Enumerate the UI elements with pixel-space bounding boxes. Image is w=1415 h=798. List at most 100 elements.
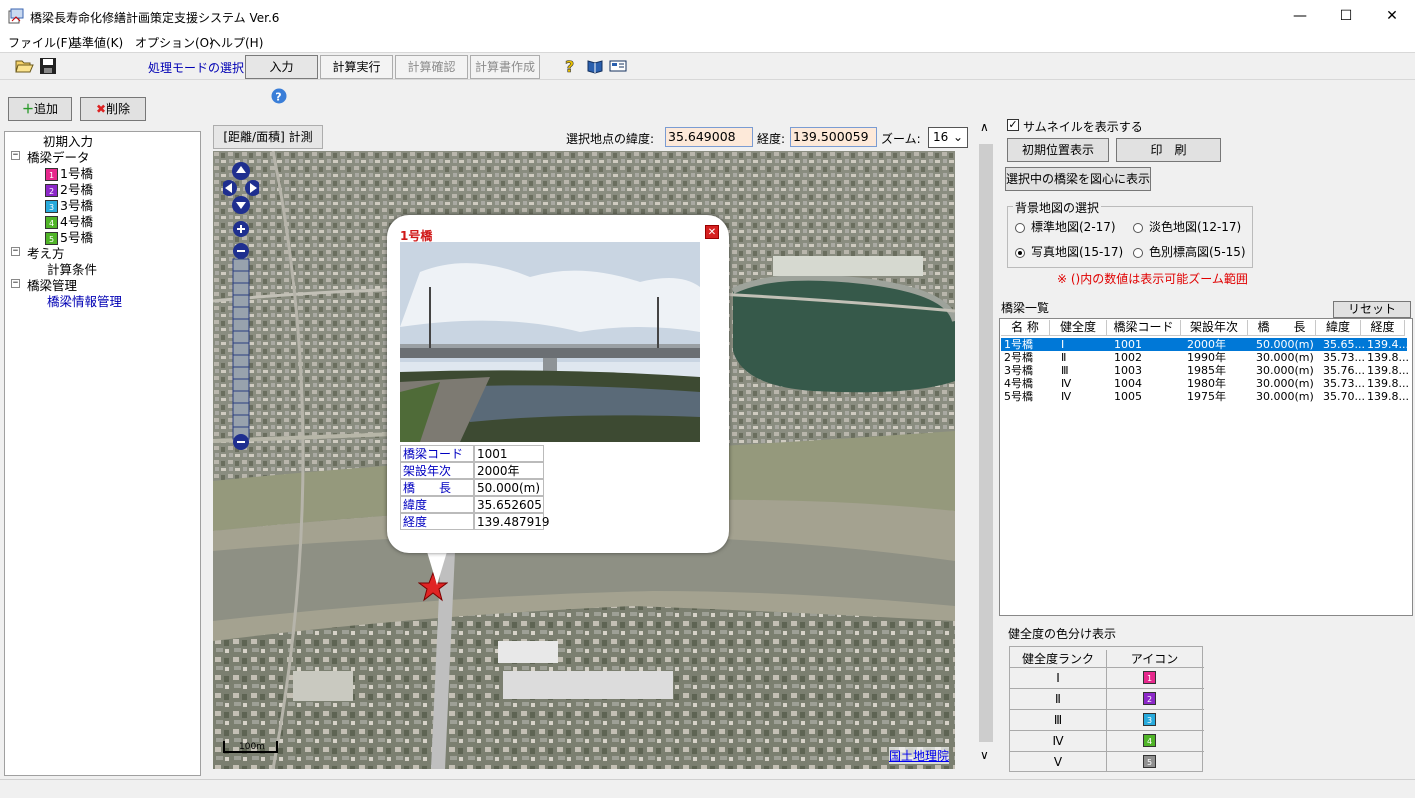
manual-book-icon[interactable] bbox=[586, 58, 604, 74]
cell: 35.76... bbox=[1323, 364, 1365, 377]
mail-icon[interactable] bbox=[609, 58, 627, 74]
delete-button[interactable]: ✖削除 bbox=[80, 97, 146, 121]
radio-photo-map[interactable]: 写真地図(15-17) bbox=[1015, 243, 1123, 260]
navigation-tree: 初期入力 − 橋梁データ 1 1号橋 2 2号橋 3 3号橋 4 4号橋 5 5号橋 − … bbox=[4, 131, 201, 776]
center-selected-button[interactable]: 選択中の橋梁を図心に表示 bbox=[1005, 167, 1151, 191]
table-row[interactable]: 1号橋 Ⅰ 1001 2000年 50.000(m) 35.65... 139.4... bbox=[1001, 338, 1409, 351]
legend-row: Ⅲ3 bbox=[1010, 710, 1204, 731]
menu-help[interactable]: ヘルプ(H) bbox=[209, 34, 263, 51]
popup-key: 架設年次 bbox=[400, 462, 474, 479]
tree-item-label: 5号橋 bbox=[60, 230, 93, 245]
cell: 139.4... bbox=[1367, 338, 1409, 351]
lng-field[interactable]: 139.500059 bbox=[790, 127, 877, 147]
tree-item-bridge-3[interactable]: 3 3号橋 bbox=[45, 198, 93, 214]
vertical-scrollbar[interactable]: ∧ ∨ bbox=[977, 118, 995, 768]
table-row[interactable]: 3号橋 Ⅲ 1003 1985年 30.000(m) 35.76... 139.8... bbox=[1001, 364, 1409, 377]
column-header-rank[interactable]: 健全度 bbox=[1050, 320, 1107, 336]
column-header-lng[interactable]: 経度 bbox=[1361, 320, 1405, 336]
lat-field[interactable]: 35.649008 bbox=[665, 127, 753, 147]
rank-3-icon: 3 bbox=[1143, 713, 1156, 726]
cell: 30.000(m) bbox=[1256, 390, 1314, 403]
collapse-approach-icon[interactable]: − bbox=[11, 247, 20, 256]
minimize-button[interactable]: — bbox=[1277, 0, 1323, 32]
lat-label: 選択地点の緯度: bbox=[566, 132, 655, 146]
mode-report-button[interactable]: 計算書作成 bbox=[470, 55, 540, 79]
tree-item-approach[interactable]: 考え方 bbox=[27, 246, 65, 262]
column-header-code[interactable]: 橋梁コード bbox=[1107, 320, 1181, 336]
cell: 4号橋 bbox=[1004, 377, 1033, 390]
rank-3-icon: 3 bbox=[45, 200, 58, 213]
thumbnail-checkbox[interactable]: ✓ bbox=[1007, 119, 1019, 131]
mode-input-button[interactable]: 入力 bbox=[245, 55, 318, 79]
menu-file[interactable]: ファイル(F) bbox=[8, 34, 72, 51]
cell: 5号橋 bbox=[1004, 390, 1033, 403]
popup-close-icon[interactable]: ✕ bbox=[705, 225, 719, 239]
legend-rank: Ⅴ bbox=[1053, 755, 1063, 769]
measure-tab[interactable]: [距離/面積] 計測 bbox=[213, 125, 323, 149]
cell: 1990年 bbox=[1187, 351, 1226, 364]
radio-pale-map[interactable]: 淡色地図(12-17) bbox=[1133, 218, 1241, 235]
popup-value: 139.487919 bbox=[474, 513, 550, 530]
cell: Ⅲ bbox=[1061, 364, 1069, 377]
print-button[interactable]: 印 刷 bbox=[1116, 138, 1221, 162]
tree-item-label: 4号橋 bbox=[60, 214, 93, 229]
tree-item-calc-conditions[interactable]: 計算条件 bbox=[47, 262, 97, 278]
popup-key: 緯度 bbox=[400, 496, 474, 513]
bridge-list-grid: 名 称 健全度 橋梁コード 架設年次 橋 長 緯度 経度 1号橋 Ⅰ 1001 200… bbox=[999, 318, 1413, 616]
radio-elevation-map[interactable]: 色別標高図(5-15) bbox=[1133, 243, 1246, 260]
cell: 3号橋 bbox=[1004, 364, 1033, 377]
popup-row-lat: 緯度 35.652605 bbox=[400, 496, 544, 513]
cell: 35.73... bbox=[1323, 351, 1365, 364]
cell: 1002 bbox=[1114, 351, 1142, 364]
initial-position-button[interactable]: 初期位置表示 bbox=[1007, 138, 1109, 162]
popup-key: 経度 bbox=[400, 513, 474, 530]
zoom-slider[interactable] bbox=[223, 161, 259, 451]
tree-item-bridge-data[interactable]: 橋梁データ bbox=[27, 150, 90, 166]
popup-row-length: 橋 長 50.000(m) bbox=[400, 479, 544, 496]
reset-button[interactable]: リセット bbox=[1333, 301, 1411, 318]
radio-icon bbox=[1015, 222, 1025, 233]
mode-calc-button[interactable]: 計算実行 bbox=[320, 55, 393, 79]
radio-label: 色別標高図(5-15) bbox=[1149, 245, 1246, 259]
column-header-year[interactable]: 架設年次 bbox=[1181, 320, 1248, 336]
credit-link[interactable]: 国土地理院 bbox=[889, 747, 950, 764]
svg-text:?: ? bbox=[275, 91, 281, 104]
health-legend-table: 健全度ランク アイコン Ⅰ1 Ⅱ2 Ⅲ3 Ⅳ4 Ⅴ5 bbox=[1009, 646, 1204, 772]
column-header-lat[interactable]: 緯度 bbox=[1316, 320, 1361, 336]
menu-standards[interactable]: 基準値(K) bbox=[70, 34, 123, 51]
cell: Ⅰ bbox=[1061, 338, 1065, 351]
tree-item-bridge-5[interactable]: 5 5号橋 bbox=[45, 230, 93, 246]
radio-label: 標準地図(2-17) bbox=[1031, 220, 1116, 234]
open-folder-icon[interactable] bbox=[14, 57, 34, 75]
title-bar: 橋梁長寿命化修繕計画策定支援システム Ver.6 — ☐ ✕ bbox=[0, 0, 1415, 32]
close-window-button[interactable]: ✕ bbox=[1369, 0, 1415, 32]
tree-item-initial-input[interactable]: 初期入力 bbox=[43, 134, 93, 150]
save-icon[interactable] bbox=[39, 57, 57, 75]
table-row[interactable]: 4号橋 Ⅳ 1004 1980年 30.000(m) 35.73... 139.8... bbox=[1001, 377, 1409, 390]
tree-item-bridge-2[interactable]: 2 2号橋 bbox=[45, 182, 93, 198]
maximize-button[interactable]: ☐ bbox=[1323, 0, 1369, 32]
scroll-down-icon[interactable]: ∨ bbox=[980, 748, 989, 762]
collapse-management-icon[interactable]: − bbox=[11, 279, 20, 288]
scroll-thumb[interactable] bbox=[979, 144, 993, 742]
radio-standard-map[interactable]: 標準地図(2-17) bbox=[1015, 218, 1116, 235]
scroll-up-icon[interactable]: ∧ bbox=[980, 120, 989, 134]
help-question-icon[interactable]: ? bbox=[563, 57, 579, 75]
map-help-icon[interactable]: ? bbox=[271, 88, 287, 104]
tree-item-bridge-management[interactable]: 橋梁管理 bbox=[27, 278, 77, 294]
column-header-name[interactable]: 名 称 bbox=[1001, 320, 1050, 336]
add-button[interactable]: ＋追加 bbox=[8, 97, 72, 121]
table-row[interactable]: 5号橋 Ⅳ 1005 1975年 30.000(m) 35.70... 139.8... bbox=[1001, 390, 1409, 403]
lng-label: 経度: bbox=[757, 132, 786, 146]
mode-check-button[interactable]: 計算確認 bbox=[395, 55, 468, 79]
legend-row: Ⅳ4 bbox=[1010, 731, 1204, 752]
tree-item-bridge-info-management[interactable]: 橋梁情報管理 bbox=[47, 294, 122, 310]
table-row[interactable]: 2号橋 Ⅱ 1002 1990年 30.000(m) 35.73... 139.8... bbox=[1001, 351, 1409, 364]
tree-item-bridge-1[interactable]: 1 1号橋 bbox=[45, 166, 93, 182]
legend-row: Ⅰ1 bbox=[1010, 668, 1204, 689]
menu-options[interactable]: オプション(O) bbox=[135, 34, 214, 51]
collapse-bridge-data-icon[interactable]: − bbox=[11, 151, 20, 160]
tree-item-bridge-4[interactable]: 4 4号橋 bbox=[45, 214, 93, 230]
zoom-select[interactable]: 16 ⌄ bbox=[928, 127, 968, 148]
column-header-length[interactable]: 橋 長 bbox=[1248, 320, 1316, 336]
